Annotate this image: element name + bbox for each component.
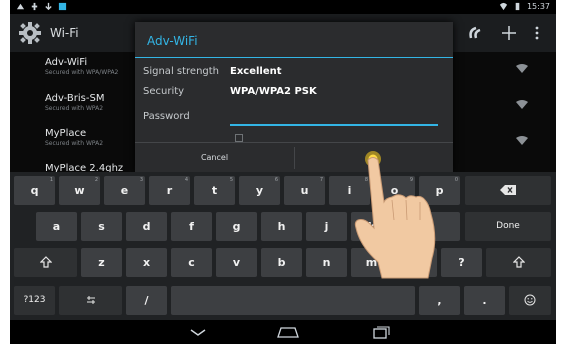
key-c[interactable]: c: [171, 248, 212, 277]
symbols-key[interactable]: ?123: [14, 286, 55, 315]
page-title: Wi-Fi: [50, 26, 79, 40]
settings-gear-icon[interactable]: [18, 21, 42, 45]
security-value: WPA/WPA2 PSK: [230, 86, 317, 97]
key-period[interactable]: .: [464, 286, 505, 315]
shift-icon: [39, 255, 52, 268]
key-w[interactable]: w2: [59, 176, 100, 205]
navigation-bar: [10, 320, 556, 344]
signal-strength-value: Excellent: [230, 66, 282, 77]
key-e[interactable]: e3: [104, 176, 145, 205]
app-notification-icon: [58, 2, 67, 11]
recent-apps-icon[interactable]: [368, 325, 392, 339]
done-key[interactable]: Done: [465, 212, 551, 241]
security-label: Security: [143, 86, 185, 97]
notification-icon: [16, 3, 25, 10]
dialog-divider: [135, 57, 453, 58]
key-b[interactable]: b: [261, 248, 302, 277]
key-q[interactable]: q1: [14, 176, 55, 205]
backspace-key[interactable]: [465, 176, 551, 205]
spacebar[interactable]: [171, 286, 415, 315]
overflow-menu-icon[interactable]: [532, 22, 542, 44]
key-n[interactable]: n: [306, 248, 347, 277]
status-bar: 15:37: [10, 0, 556, 14]
shift-icon: [512, 255, 525, 268]
hand-pointer-overlay: [354, 151, 436, 279]
key-v[interactable]: v: [216, 248, 257, 277]
emoji-key[interactable]: [509, 286, 551, 315]
key-slash[interactable]: /: [126, 286, 167, 315]
key-j[interactable]: j: [306, 212, 347, 241]
signal-strength-label: Signal strength: [143, 66, 220, 77]
shift-key-left[interactable]: [14, 248, 77, 277]
wifi-lock-icon: [516, 136, 528, 145]
on-screen-keyboard: q1 w2 e3 r4 t5 y6 u7 i8 o9 p0 a s d f g …: [10, 172, 556, 320]
key-y[interactable]: y6: [239, 176, 280, 205]
key-t[interactable]: t5: [194, 176, 235, 205]
settings-key[interactable]: [59, 286, 122, 315]
battery-icon: [515, 2, 520, 11]
key-u[interactable]: u7: [284, 176, 325, 205]
password-underline: [230, 124, 438, 126]
dialog-title: Adv-WiFi: [147, 34, 198, 48]
key-x[interactable]: x: [126, 248, 167, 277]
key-s[interactable]: s: [81, 212, 122, 241]
usb-icon: [31, 2, 38, 11]
key-d[interactable]: d: [126, 212, 167, 241]
password-label: Password: [143, 111, 190, 122]
shift-key-right[interactable]: [486, 248, 551, 277]
cancel-button[interactable]: Cancel: [135, 143, 294, 173]
wps-icon[interactable]: [465, 22, 487, 44]
download-icon: [45, 2, 52, 11]
keyboard-settings-icon: [86, 295, 95, 304]
wifi-lock-icon: [516, 100, 528, 109]
wifi-signal-icon: [499, 2, 508, 11]
key-g[interactable]: g: [216, 212, 257, 241]
key-r[interactable]: r4: [149, 176, 190, 205]
add-network-icon[interactable]: [498, 22, 520, 44]
wifi-lock-icon: [516, 64, 528, 73]
key-comma[interactable]: ,: [419, 286, 460, 315]
back-chevron-icon[interactable]: [186, 325, 210, 339]
clock: 15:37: [526, 2, 550, 11]
key-z[interactable]: z: [81, 248, 122, 277]
home-icon[interactable]: [276, 325, 300, 339]
key-h[interactable]: h: [261, 212, 302, 241]
key-a[interactable]: a: [36, 212, 77, 241]
device-screen: 15:37 Wi-Fi Adv-WiFi Secured with WPA/WP…: [10, 0, 556, 344]
smiley-icon: [524, 294, 536, 305]
backspace-icon: [500, 184, 516, 195]
key-f[interactable]: f: [171, 212, 212, 241]
show-password-checkbox[interactable]: [235, 134, 243, 142]
